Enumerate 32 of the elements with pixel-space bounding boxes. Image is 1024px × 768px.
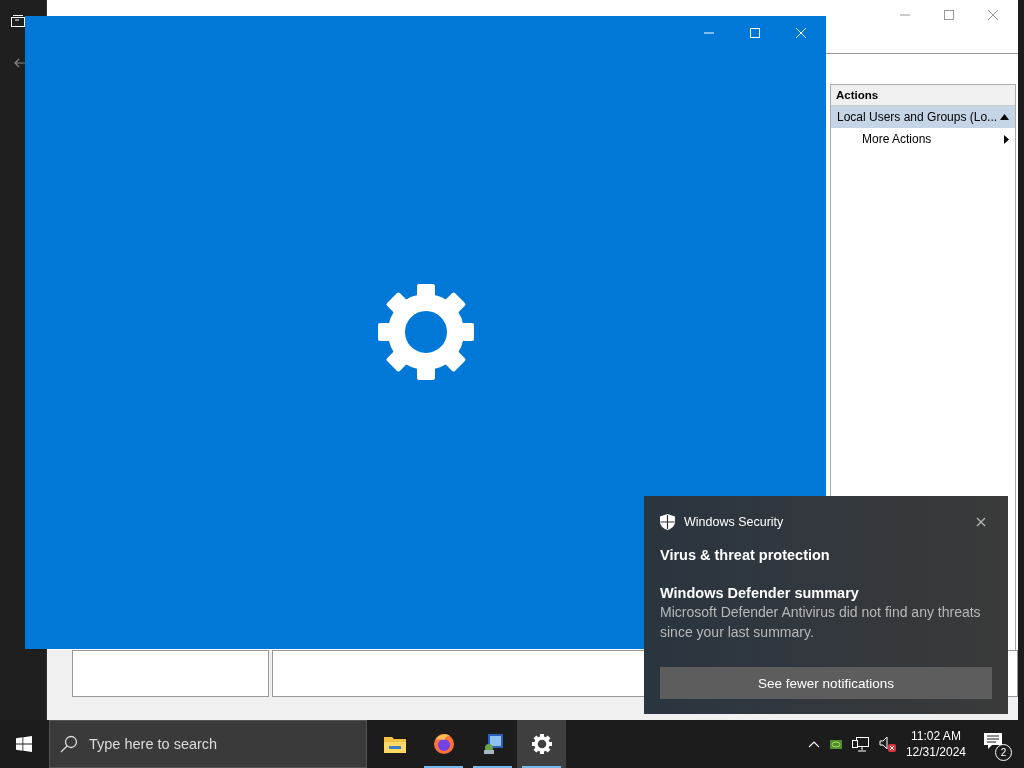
chevron-up-icon[interactable]: [807, 740, 820, 748]
action-item[interactable]: More Actions: [831, 128, 1015, 150]
notification-text: Microsoft Defender Antivirus did not find any threats since your last summary.: [660, 603, 982, 642]
notification-heading: Windows Defender summary: [660, 585, 860, 601]
gpu-icon[interactable]: [829, 739, 842, 749]
console-icon: [481, 733, 504, 755]
submenu-arrow-icon: [1004, 134, 1009, 144]
notification-count: 2: [995, 744, 1012, 761]
notification-center-icon[interactable]: [984, 733, 1002, 749]
notification-title: Virus & threat protection: [660, 547, 831, 563]
close-icon[interactable]: [976, 517, 986, 527]
see-fewer-button[interactable]: See fewer notifications: [660, 667, 992, 699]
folder-icon: [383, 735, 406, 753]
speaker-icon[interactable]: [878, 736, 896, 752]
window-icon[interactable]: [11, 15, 25, 27]
search-icon: [60, 735, 78, 753]
shield-icon: [660, 514, 675, 530]
gear-icon: [376, 283, 475, 381]
taskbar-app[interactable]: [517, 720, 566, 768]
close-icon[interactable]: [987, 9, 999, 21]
app-name: Windows Security: [684, 515, 784, 529]
gear-icon: [531, 734, 552, 754]
clock-time[interactable]: 11:02 AM: [911, 728, 961, 744]
windows-logo-icon: [16, 736, 32, 752]
clock-date[interactable]: 12/31/2024: [905, 744, 966, 760]
pane-title: Actions: [831, 85, 1015, 106]
action-group[interactable]: Local Users and Groups (Lo...: [831, 106, 1015, 128]
search-field[interactable]: Type here to search: [49, 720, 367, 768]
back-arrow-icon[interactable]: [14, 58, 26, 68]
browser-icon: [432, 733, 455, 755]
network-icon[interactable]: [851, 736, 869, 752]
maximize-icon[interactable]: [943, 9, 955, 21]
